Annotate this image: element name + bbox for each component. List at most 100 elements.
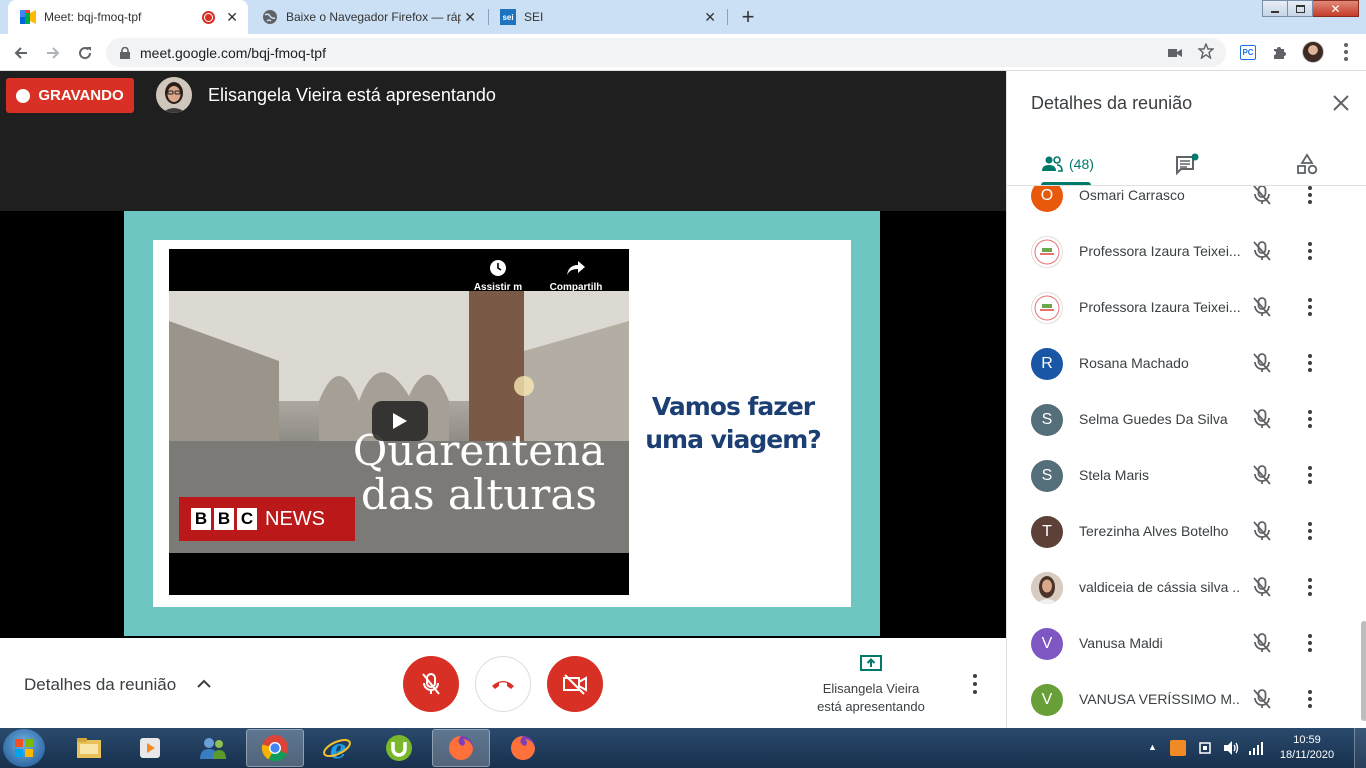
participant-row[interactable]: S Stela Maris xyxy=(1007,448,1359,504)
participant-name: Selma Guedes Da Silva xyxy=(1079,411,1228,427)
mic-muted-icon[interactable] xyxy=(1251,186,1273,206)
show-desktop-button[interactable] xyxy=(1354,728,1366,768)
clock-date: 18/11/2020 xyxy=(1279,749,1335,761)
video-title-line2: das alturas xyxy=(361,470,597,519)
mic-muted-icon[interactable] xyxy=(1251,240,1273,262)
maximize-window-button[interactable] xyxy=(1288,0,1313,17)
participant-row[interactable]: Professora Izaura Teixei... xyxy=(1007,224,1359,280)
watch-later-button[interactable]: Assistir m xyxy=(467,259,529,293)
address-bar[interactable]: meet.google.com/bqj-fmoq-tpf xyxy=(106,38,1226,67)
tray-signal-icon[interactable] xyxy=(1248,740,1264,761)
taskbar-clock[interactable]: 10:59 18/11/2020 xyxy=(1276,733,1338,763)
leave-call-button[interactable] xyxy=(475,656,531,712)
participant-row[interactable]: S Selma Guedes Da Silva xyxy=(1007,392,1359,448)
people-icon xyxy=(1042,156,1063,172)
microphone-toggle-button[interactable] xyxy=(403,656,459,712)
camera-toggle-button[interactable] xyxy=(547,656,603,712)
participant-avatar: T xyxy=(1031,516,1063,548)
share-video-button[interactable]: Compartilh xyxy=(545,259,607,293)
browser-menu-icon[interactable] xyxy=(1336,42,1356,62)
panel-scrollbar[interactable] xyxy=(1361,621,1366,721)
meeting-details-toggle[interactable]: Detalhes da reunião xyxy=(0,638,240,728)
participant-row[interactable]: O Osmari Carrasco xyxy=(1007,186,1359,224)
participant-avatar: O xyxy=(1031,186,1063,212)
present-screen-icon xyxy=(859,654,883,679)
play-button[interactable] xyxy=(372,401,428,441)
close-tab-icon[interactable]: ✕ xyxy=(704,9,716,26)
more-options-icon[interactable] xyxy=(966,672,984,696)
back-button[interactable] xyxy=(8,40,34,66)
tray-avast-icon[interactable] xyxy=(1170,740,1186,756)
firefox-icon xyxy=(449,736,473,760)
video-title: Quarentena das alturas xyxy=(329,429,629,517)
bbc-letter: B xyxy=(214,508,234,530)
mic-muted-icon[interactable] xyxy=(1251,352,1273,374)
bbc-letter: B xyxy=(191,508,211,530)
tab-meet[interactable]: Meet: bqj-fmoq-tpf ✕ xyxy=(8,0,248,34)
taskbar-utorrent[interactable] xyxy=(370,729,428,767)
tray-volume-icon[interactable] xyxy=(1222,740,1240,761)
participant-row[interactable]: T Terezinha Alves Botelho xyxy=(1007,504,1359,560)
meeting-details-panel: Detalhes da reunião (48) O Osmari Carrasc… xyxy=(1006,71,1366,728)
taskbar-firefox-1[interactable] xyxy=(432,729,490,767)
participant-row[interactable]: R Rosana Machado xyxy=(1007,336,1359,392)
presenting-caption: Elisangela Vieira está apresentando xyxy=(800,680,942,716)
mic-muted-icon[interactable] xyxy=(1251,408,1273,430)
taskbar-internet-explorer[interactable]: e xyxy=(308,729,366,767)
new-tab-button[interactable]: + xyxy=(734,4,762,30)
mic-muted-icon[interactable] xyxy=(1251,520,1273,542)
participant-options-icon[interactable] xyxy=(1303,352,1317,374)
participant-options-icon[interactable] xyxy=(1303,408,1317,430)
participant-options-icon[interactable] xyxy=(1303,186,1317,206)
windows-logo-icon xyxy=(15,739,33,757)
participant-options-icon[interactable] xyxy=(1303,688,1317,710)
tab-firefox[interactable]: Baixe o Navegador Firefox — ráp ✕ xyxy=(250,0,486,34)
minimize-window-button[interactable] xyxy=(1262,0,1288,17)
tray-network-adapter-icon[interactable] xyxy=(1198,740,1214,761)
pc-extension-icon[interactable]: PC xyxy=(1240,45,1256,60)
close-tab-icon[interactable]: ✕ xyxy=(464,9,476,26)
embedded-video[interactable]: Assistir m Compartilh Quarentena das alt… xyxy=(169,249,629,595)
participant-options-icon[interactable] xyxy=(1303,520,1317,542)
participant-name: Vanusa Maldi xyxy=(1079,635,1163,651)
mic-muted-icon[interactable] xyxy=(1251,464,1273,486)
participant-row[interactable]: V Vanusa Maldi xyxy=(1007,616,1359,672)
tab-people[interactable]: (48) xyxy=(1041,143,1094,185)
participant-options-icon[interactable] xyxy=(1303,240,1317,262)
tab-activities[interactable] xyxy=(1296,143,1318,185)
mic-muted-icon[interactable] xyxy=(1251,576,1273,598)
media-player-icon xyxy=(140,738,160,758)
close-tab-icon[interactable]: ✕ xyxy=(226,9,238,26)
camera-icon[interactable] xyxy=(1168,46,1182,64)
participant-options-icon[interactable] xyxy=(1303,296,1317,318)
participant-avatar xyxy=(1031,572,1063,604)
mic-muted-icon[interactable] xyxy=(1251,688,1273,710)
arrow-right-icon xyxy=(47,47,60,59)
taskbar-media-player[interactable] xyxy=(121,729,179,767)
participant-row[interactable]: valdiceia de cássia silva ... xyxy=(1007,560,1359,616)
taskbar-firefox-2[interactable] xyxy=(494,729,552,767)
taskbar-explorer[interactable] xyxy=(60,729,118,767)
participant-options-icon[interactable] xyxy=(1303,632,1317,654)
close-panel-icon[interactable] xyxy=(1329,91,1353,115)
participant-row[interactable]: Professora Izaura Teixei... xyxy=(1007,280,1359,336)
close-window-button[interactable]: ✕ xyxy=(1313,0,1359,17)
participant-row[interactable]: V VANUSA VERÍSSIMO M... xyxy=(1007,672,1359,728)
clock-icon xyxy=(490,260,506,276)
reload-button[interactable] xyxy=(72,40,98,66)
mic-muted-icon[interactable] xyxy=(1251,632,1273,654)
mic-muted-icon[interactable] xyxy=(1251,296,1273,318)
taskbar-users[interactable] xyxy=(184,729,242,767)
star-icon[interactable] xyxy=(1197,42,1215,64)
tab-sei[interactable]: sei SEI ✕ xyxy=(488,0,726,34)
forward-button[interactable] xyxy=(40,40,66,66)
taskbar-chrome[interactable] xyxy=(246,729,304,767)
show-hidden-icons-button[interactable]: ▲ xyxy=(1148,742,1157,752)
start-button[interactable] xyxy=(3,729,45,767)
profile-avatar[interactable] xyxy=(1302,41,1324,63)
puzzle-extensions-icon[interactable] xyxy=(1272,44,1288,65)
meeting-details-label: Detalhes da reunião xyxy=(24,675,177,694)
participant-options-icon[interactable] xyxy=(1303,464,1317,486)
participant-options-icon[interactable] xyxy=(1303,576,1317,598)
tab-chat[interactable] xyxy=(1175,143,1199,185)
